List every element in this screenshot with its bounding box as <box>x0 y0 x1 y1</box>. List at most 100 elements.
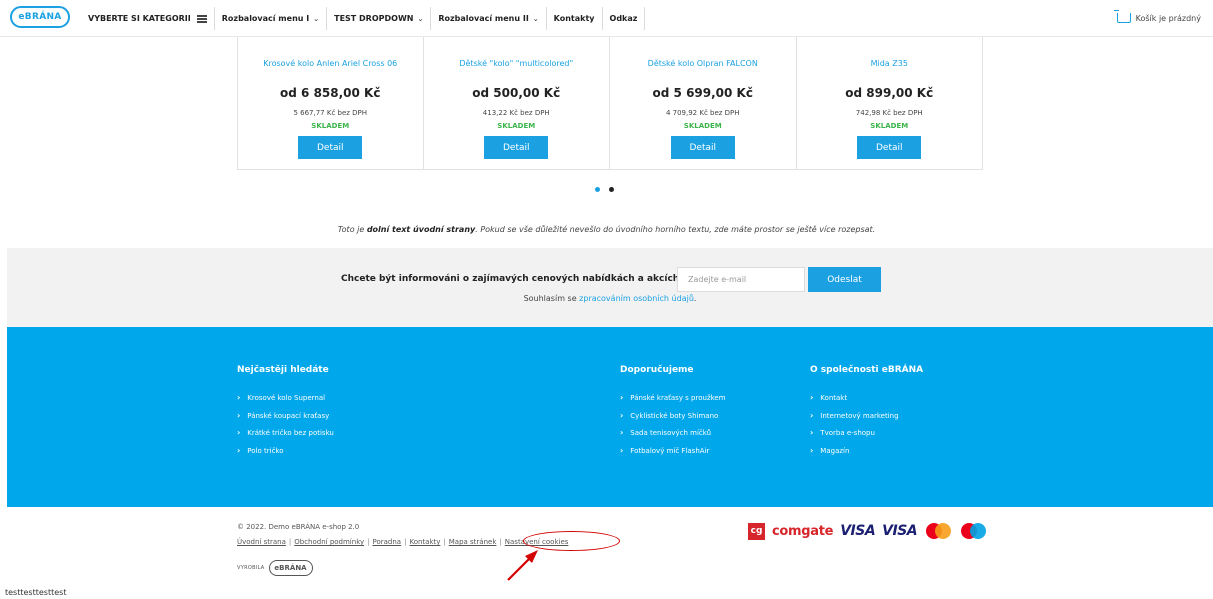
hamburger-icon <box>196 14 207 23</box>
footer-link[interactable]: › Magazín <box>810 446 923 465</box>
product-name-link[interactable]: Mida Z35 <box>797 59 983 68</box>
homepage-bottom-text: Toto je dolní text úvodní strany. Pokud … <box>0 225 1213 234</box>
link-separator: | <box>404 538 407 546</box>
help-link[interactable]: Poradna <box>373 538 402 546</box>
footer-link[interactable]: › Sada tenisových míčků <box>620 429 726 447</box>
footer-column-title: Doporučujeme <box>620 365 694 375</box>
maestro-icon <box>959 522 987 540</box>
contacts-link[interactable]: Kontakty <box>409 538 440 546</box>
newsletter-section: Chcete být informováni o zajímavých ceno… <box>7 248 1213 327</box>
nav-item-link[interactable]: Odkaz <box>603 7 646 30</box>
product-card: Mida Z35 od 899,00 Kč 742,98 Kč bez DPH … <box>796 37 983 170</box>
chevron-right-icon: › <box>620 445 624 455</box>
footer-link-label: Krátké tričko bez potisku <box>247 429 334 437</box>
footer-link-label: Kontakt <box>820 394 848 402</box>
nav-item-label: Rozbalovací menu I <box>221 14 310 23</box>
footer-link[interactable]: › Krátké tričko bez potisku <box>237 429 334 447</box>
newsletter-question: Chcete být informováni o zajímavých ceno… <box>341 274 685 284</box>
nav-item-label: TEST DROPDOWN <box>334 14 414 23</box>
product-net-price: 413,22 Kč bez DPH <box>482 109 550 117</box>
comgate-logo-icon: cg <box>748 522 765 540</box>
footer-legal-links: Úvodní strana | Obchodní podmínky | Poradna |… <box>237 538 568 546</box>
footer-link[interactable]: › Cyklistické boty Shimano <box>620 411 726 430</box>
footer-link[interactable]: › Fotbalový míč FlashAir <box>620 445 726 465</box>
footer-column-title: O společnosti eBRÁNA <box>810 365 924 375</box>
chevron-down-icon: ⌄ <box>313 14 320 23</box>
visa-logo: VISA <box>840 523 876 539</box>
carousel-dot-active[interactable] <box>595 187 600 192</box>
detail-button[interactable]: Detail <box>670 136 735 159</box>
product-net-price: 5 667,77 Kč bez DPH <box>293 109 368 117</box>
carousel-pagination <box>595 187 614 192</box>
sitemap-link[interactable]: Mapa stránek <box>449 538 497 546</box>
footer-link[interactable]: › Polo tričko <box>237 445 334 465</box>
homepage-link[interactable]: Úvodní strana <box>237 538 286 546</box>
made-by-label: VYROBILA <box>237 565 265 571</box>
detail-button[interactable]: Detail <box>857 136 922 159</box>
terms-link[interactable]: Obchodní podmínky <box>294 538 364 546</box>
footer-column-title: Nejčastěji hledáte <box>237 365 329 375</box>
nav-item-dropdown-menu-2[interactable]: Rozbalovací menu II ⌄ <box>431 7 547 30</box>
nav-item-test-dropdown[interactable]: TEST DROPDOWN ⌄ <box>327 7 432 30</box>
footer-link[interactable]: › Kontakt <box>810 394 923 412</box>
product-price: od 6 858,00 Kč <box>280 86 381 100</box>
link-separator: | <box>443 538 446 546</box>
footer-link[interactable]: › Pánské koupací kraťasy <box>237 410 334 430</box>
chevron-right-icon: › <box>810 410 814 420</box>
nav-item-categories[interactable]: VYBERTE SI KATEGORII <box>80 7 215 30</box>
chevron-right-icon: › <box>237 445 241 455</box>
link-separator: | <box>499 538 502 546</box>
footer-link-label: Internetový marketing <box>820 411 899 420</box>
link-separator: | <box>288 538 292 546</box>
subscribe-button[interactable]: Odeslat <box>808 267 881 292</box>
product-net-price: 742,98 Kč bez DPH <box>855 109 923 117</box>
privacy-policy-link[interactable]: zpracováním osobních údajů <box>579 294 694 303</box>
stock-badge: SKLADEM <box>870 122 909 130</box>
chevron-down-icon: ⌄ <box>532 14 539 23</box>
footer-link-label: Pánské koupací kraťasy <box>247 411 330 420</box>
chevron-right-icon: › <box>620 428 624 437</box>
made-by: VYROBILA eBRÁNA <box>237 560 313 576</box>
bottom-text-prefix: Toto je <box>337 225 367 234</box>
ebrana-footer-logo[interactable]: eBRÁNA <box>268 560 313 576</box>
product-net-price: 4 709,92 Kč bez DPH <box>665 109 740 117</box>
footer-link-label: Polo tričko <box>247 446 284 455</box>
chevron-right-icon: › <box>620 393 624 402</box>
footer-link-label: Sada tenisových míčků <box>630 429 712 437</box>
payment-methods: cg comgate VISA VISA <box>748 522 987 540</box>
chevron-right-icon: › <box>237 393 241 402</box>
bottom-text-bold: dolní text úvodní strany <box>366 225 476 234</box>
annotation-arrow-icon <box>507 550 538 581</box>
ebrana-logo[interactable]: eBRÁNA <box>10 6 70 28</box>
product-carousel: Krosové kolo Anlen Ariel Cross 06 od 6 8… <box>237 37 983 170</box>
footer-column-most-searched: Nejčastěji hledáte › Krosové kolo Superna… <box>237 365 334 464</box>
detail-button[interactable]: Detail <box>298 136 363 159</box>
stock-badge: SKLADEM <box>311 122 350 130</box>
nav-item-label: VYBERTE SI KATEGORII <box>88 14 191 23</box>
footer-link[interactable]: › Pánské kraťasy s proužkem <box>620 394 726 412</box>
cart-link[interactable]: Košík je prázdný <box>1113 10 1201 23</box>
footer-link-label: Magazín <box>820 446 850 455</box>
nav-item-contacts[interactable]: Kontakty <box>547 7 603 30</box>
footer-links-section: Nejčastěji hledáte › Krosové kolo Superna… <box>7 327 1213 507</box>
nav-item-dropdown-menu-1[interactable]: Rozbalovací menu I ⌄ <box>215 7 328 30</box>
product-name-link[interactable]: Dětské kolo Olpran FALCON <box>610 59 796 68</box>
footer-link[interactable]: › Internetový marketing <box>810 410 923 430</box>
product-card: Dětské kolo Olpran FALCON od 5 699,00 Kč… <box>610 37 797 170</box>
consent-text: Souhlasím se zpracováním osobních údajů. <box>7 294 1213 303</box>
footer-link[interactable]: › Tvorba e-shopu <box>810 429 923 447</box>
footer-link-label: Krosové kolo Supernal <box>247 394 326 402</box>
chevron-right-icon: › <box>237 410 241 420</box>
copyright-text: © 2022. Demo eBRÁNA e-shop 2.0 <box>237 523 360 531</box>
footer-link[interactable]: › Krosové kolo Supernal <box>237 394 334 412</box>
footer-link-label: Cyklistické boty Shimano <box>630 411 719 420</box>
product-name-link[interactable]: Dětské "kolo" "multicolored" <box>424 59 610 68</box>
top-navigation: eBRÁNA VYBERTE SI KATEGORII Rozbalovací … <box>0 0 1213 37</box>
footer-link-label: Pánské kraťasy s proužkem <box>630 394 726 402</box>
detail-button[interactable]: Detail <box>484 136 549 159</box>
footer-link-label: Tvorba e-shopu <box>820 429 875 437</box>
comgate-wordmark: comgate <box>772 523 834 539</box>
email-input[interactable]: Zadejte e-mail <box>677 267 805 292</box>
product-name-link[interactable]: Krosové kolo Anlen Ariel Cross 06 <box>238 59 423 68</box>
carousel-dot[interactable] <box>609 187 614 192</box>
